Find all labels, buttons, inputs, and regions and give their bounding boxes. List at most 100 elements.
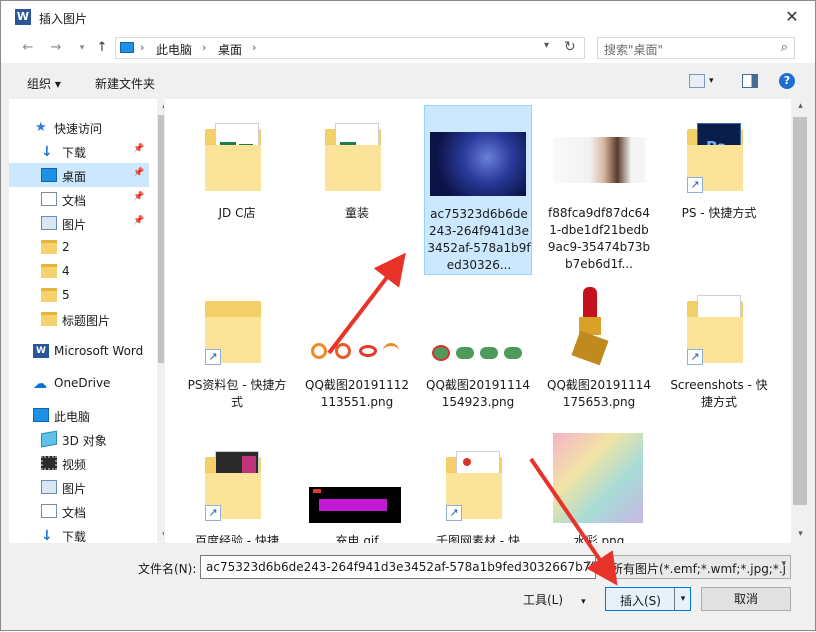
file-item-kids-clothing[interactable]: X 童装 [303,105,411,275]
command-bar: 组织 ▾ 新建文件夹 ▾ ? [1,65,815,99]
file-item-jd-store[interactable]: X JD C店 [183,105,291,275]
breadcrumb-chevron-icon[interactable]: › [252,41,256,54]
file-item-galaxy-image[interactable]: ac75323d6b6de243-264f941d3e3452af-578a1b… [424,105,532,275]
file-item-ps-pack-shortcut[interactable]: ↗ PS资料包 - 快捷方式 [183,277,291,447]
navigation-pane: ★ 快速访问 ↓ 下载 📌 桌面 📌 文档 📌 图片 📌 2 4 5 标题图片 W Micro… [9,99,164,543]
pin-icon: 📌 [133,216,145,226]
sidebar-item-desktop[interactable]: 桌面 📌 [9,163,149,187]
breadcrumb-this-pc[interactable]: 此电脑 [156,41,192,58]
refresh-icon[interactable]: ↻ [564,39,580,55]
file-type-select[interactable]: 所有图片(*.emf;*.wmf;*.jpg;*.j ▾ [605,555,791,579]
file-item-watercolor-png[interactable]: 水彩.png [545,433,653,543]
file-name: 童装 [344,206,369,220]
file-item-portrait-image[interactable]: f88fca9df87dc641-dbe1df21bedb9ac9-35474b… [545,105,653,275]
word-icon: W [33,344,49,358]
scroll-up-icon[interactable]: ▴ [157,99,164,114]
view-dropdown-icon[interactable]: ▾ [709,76,714,86]
new-folder-button[interactable]: 新建文件夹 [95,75,155,92]
file-item-qq-screenshot-2[interactable]: QQ截图20191114154923.png [424,277,532,447]
sidebar-item-onedrive[interactable]: ☁ OneDrive [9,371,149,395]
shortcut-arrow-icon: ↗ [205,505,221,521]
sidebar-item-this-pc[interactable]: 此电脑 [9,403,149,427]
folder-thumbnail: ↗ [197,443,279,523]
file-item-screenshots-shortcut[interactable]: ↗ Screenshots - 快捷方式 [665,277,773,447]
sidebar-item-pictures-pc[interactable]: 图片 [9,475,149,499]
filename-label: 文件名(N): [138,562,197,576]
sidebar-item-microsoft-word[interactable]: W Microsoft Word [9,339,149,363]
insert-button[interactable]: 插入(S) ▾ [605,587,691,611]
recent-locations-icon[interactable]: ▾ [73,39,91,57]
sidebar-item-title-images[interactable]: 标题图片 [9,307,149,331]
file-item-qq-screenshot-1[interactable]: QQ截图20191112113551.png [303,277,411,447]
breadcrumb-chevron-icon[interactable]: › [202,41,206,54]
filename-value: ac75323d6b6de243-264f941d3e3452af-578a1b… [206,560,595,574]
file-item-qiantu-shortcut[interactable]: ↗ 千图网素材 - 快 [424,433,532,543]
back-arrow-icon[interactable]: ← [19,39,37,57]
sidebar-item-folder-2[interactable]: 2 [9,235,149,259]
view-options-icon[interactable] [689,74,705,88]
desktop-icon [41,168,57,182]
search-input[interactable]: 搜索"桌面" ⌕ [597,37,795,59]
file-type-value: 所有图片(*.emf;*.wmf;*.jpg;*.j [611,562,786,576]
breadcrumb-desktop[interactable]: 桌面 [218,41,242,58]
sidebar-item-quick-access[interactable]: ★ 快速访问 [9,115,149,139]
scroll-down-icon[interactable]: ▾ [793,527,808,542]
preview-pane-icon[interactable] [742,74,758,88]
sidebar-item-label: 标题图片 [62,314,111,328]
scroll-up-icon[interactable]: ▴ [793,99,808,114]
chevron-down-icon[interactable]: ▾ [586,559,591,569]
sidebar-scrollbar-thumb[interactable] [158,115,164,363]
sidebar-item-label: 此电脑 [54,410,91,424]
file-item-qq-screenshot-3[interactable]: QQ截图20191114175653.png [545,277,653,447]
file-item-charging-gif[interactable]: 充电.gif [303,433,411,543]
breadcrumb-chevron-icon[interactable]: › [140,41,144,54]
sidebar-item-folder-4[interactable]: 4 [9,259,149,283]
sidebar-item-videos[interactable]: 视频 [9,451,149,475]
window-title: 插入图片 [39,12,88,26]
file-name: f88fca9df87dc641-dbe1df21bedb9ac9-35474b… [547,206,651,271]
sidebar-item-downloads-pc[interactable]: ↓ 下载 [9,523,149,543]
sidebar-item-label: 快速访问 [54,122,103,136]
address-dropdown-icon[interactable]: ▾ [544,40,558,51]
sidebar-item-documents[interactable]: 文档 📌 [9,187,149,211]
sidebar-item-3d-objects[interactable]: 3D 对象 [9,427,149,451]
folder-icon [41,264,57,278]
sidebar-item-downloads[interactable]: ↓ 下载 📌 [9,139,149,163]
file-list-view: X JD C店 X 童装 ac75323d6b6de243-264f941d3e… [165,99,809,543]
chevron-down-icon[interactable]: ▾ [781,559,786,569]
filename-input[interactable]: ac75323d6b6de243-264f941d3e3452af-578a1b… [200,555,596,579]
search-placeholder: 搜索"桌面" [604,43,664,57]
help-icon[interactable]: ? [779,73,795,89]
cube-icon [41,430,57,448]
sidebar-item-documents-pc[interactable]: 文档 [9,499,149,523]
folder-thumbnail: Ps ↗ [679,115,761,195]
file-item-baidu-experience-shortcut[interactable]: ↗ 百度经验 - 快捷 [183,433,291,543]
folder-thumbnail: X [197,115,279,195]
sidebar-item-label: OneDrive [54,376,111,390]
organize-menu[interactable]: 组织 ▾ [27,75,61,92]
pc-icon [120,42,134,53]
folder-thumbnail: ↗ [679,287,761,367]
address-bar[interactable]: › 此电脑 › 桌面 › ▾ ↻ [115,37,585,59]
up-arrow-icon[interactable]: ↑ [93,39,111,57]
download-icon: ↓ [41,144,53,160]
forward-arrow-icon[interactable]: → [47,39,65,57]
folder-thumbnail: X [317,115,399,195]
insert-options-dropdown-icon[interactable]: ▾ [674,588,691,610]
sidebar-item-label: 图片 [62,218,87,232]
search-icon: ⌕ [780,40,788,55]
close-button[interactable]: ✕ [779,5,805,29]
tools-menu[interactable]: 工具(L) ▾ [523,591,586,608]
title-bar: W 插入图片 ✕ [1,1,815,35]
sidebar-item-label: 图片 [62,482,87,496]
sidebar-item-pictures[interactable]: 图片 📌 [9,211,149,235]
file-name: QQ截图20191114175653.png [547,378,651,409]
cancel-button[interactable]: 取消 [701,587,791,611]
sidebar-item-label: 2 [62,240,70,254]
scroll-down-icon[interactable]: ▾ [157,528,164,543]
file-item-ps-shortcut[interactable]: Ps ↗ PS - 快捷方式 [665,105,773,275]
star-icon: ★ [35,120,47,135]
folder-thumbnail: ↗ [197,287,279,367]
sidebar-item-folder-5[interactable]: 5 [9,283,149,307]
file-list-scrollbar-thumb[interactable] [793,117,807,505]
